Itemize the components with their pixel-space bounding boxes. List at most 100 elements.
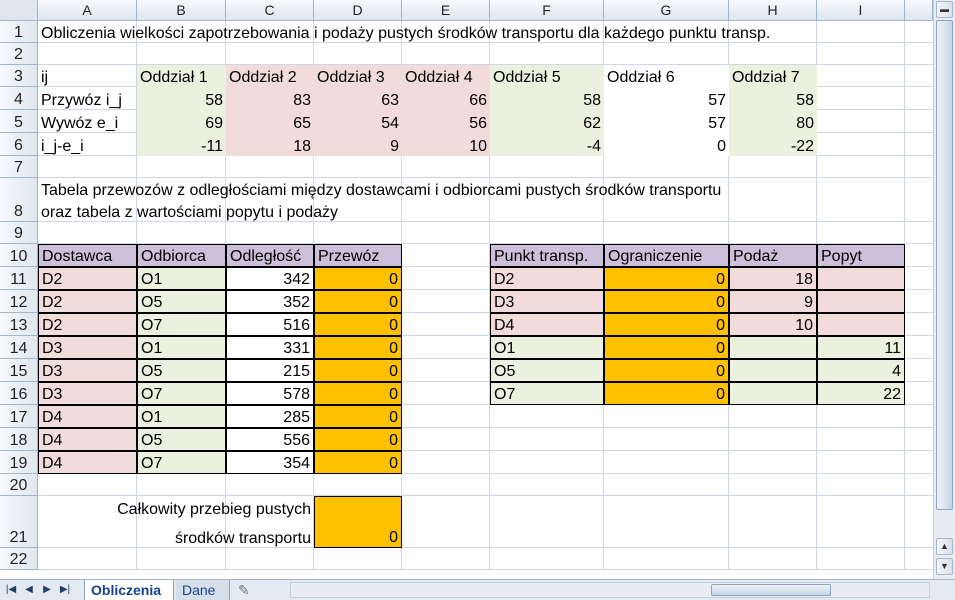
diff-value[interactable]: 9	[314, 133, 402, 156]
supplier-cell[interactable]: D4	[38, 428, 137, 451]
wywoz-value[interactable]: 80	[729, 110, 817, 133]
wywoz-value[interactable]: 57	[604, 110, 729, 133]
przywoz-value[interactable]: 58	[490, 87, 604, 110]
row-header-16[interactable]: 16	[0, 382, 38, 405]
transport-header[interactable]: Odbiorca	[137, 244, 226, 267]
receiver-cell[interactable]: O7	[137, 382, 226, 405]
supply-cell[interactable]: 9	[729, 290, 817, 313]
diff-value[interactable]: 18	[226, 133, 314, 156]
row-header-11[interactable]: 11	[0, 267, 38, 290]
wywoz-value[interactable]: 56	[402, 110, 490, 133]
supplier-cell[interactable]: D4	[38, 405, 137, 428]
supply-cell[interactable]: 18	[729, 267, 817, 290]
branch-header[interactable]: Oddział 3	[314, 65, 402, 87]
constraint-cell[interactable]: 0	[604, 359, 729, 382]
point-cell[interactable]: O1	[490, 336, 604, 359]
przywoz-value[interactable]: 58	[137, 87, 226, 110]
column-header-a[interactable]: A	[38, 0, 137, 21]
demand-cell[interactable]: 22	[817, 382, 905, 405]
last-sheet-icon[interactable]: ▶|	[58, 583, 72, 597]
demand-cell[interactable]	[817, 313, 905, 336]
section-title-line-1[interactable]: Tabela przewozów z odległościami między …	[38, 178, 898, 200]
constraint-header[interactable]: Punkt transp.	[490, 244, 604, 267]
row-header-5[interactable]: 5	[0, 110, 38, 133]
row-header-22[interactable]: 22	[0, 548, 38, 570]
row-header-4[interactable]: 4	[0, 87, 38, 110]
distance-cell[interactable]: 342	[226, 267, 314, 290]
receiver-cell[interactable]: O1	[137, 405, 226, 428]
tab-obliczenia[interactable]: Obliczenia	[84, 580, 174, 600]
total-value-cell[interactable]: 0	[314, 496, 402, 548]
constraint-cell[interactable]: 0	[604, 382, 729, 405]
receiver-cell[interactable]: O5	[137, 290, 226, 313]
column-header-f[interactable]: F	[490, 0, 604, 21]
constraint-cell[interactable]: 0	[604, 290, 729, 313]
distance-cell[interactable]: 578	[226, 382, 314, 405]
row-header-7[interactable]: 7	[0, 156, 38, 178]
przywoz-value[interactable]: 83	[226, 87, 314, 110]
wywoz-value[interactable]: 62	[490, 110, 604, 133]
constraint-header[interactable]: Podaż	[729, 244, 817, 267]
row-header-17[interactable]: 17	[0, 405, 38, 428]
constraint-cell[interactable]: 0	[604, 267, 729, 290]
branch-header[interactable]: Oddział 4	[402, 65, 490, 87]
receiver-cell[interactable]: O1	[137, 336, 226, 359]
demand-cell[interactable]	[817, 267, 905, 290]
point-cell[interactable]: D2	[490, 267, 604, 290]
transport-header[interactable]: Odległość	[226, 244, 314, 267]
diff-value[interactable]: -22	[729, 133, 817, 156]
supplier-cell[interactable]: D2	[38, 267, 137, 290]
supplier-cell[interactable]: D3	[38, 336, 137, 359]
first-sheet-icon[interactable]: |◀	[4, 583, 18, 597]
vertical-scroll-thumb[interactable]	[936, 20, 953, 510]
label-przywoz[interactable]: Przywóz i_j	[38, 87, 137, 110]
row-header-21[interactable]: 21	[0, 496, 38, 548]
supply-cell[interactable]	[729, 336, 817, 359]
receiver-cell[interactable]: O5	[137, 359, 226, 382]
demand-cell[interactable]: 4	[817, 359, 905, 382]
supply-cell[interactable]: 10	[729, 313, 817, 336]
transport-header[interactable]: Dostawca	[38, 244, 137, 267]
receiver-cell[interactable]: O1	[137, 267, 226, 290]
sheet-title-cell[interactable]: Obliczenia wielkości zapotrzebowania i p…	[38, 21, 898, 43]
diff-value[interactable]: -4	[490, 133, 604, 156]
row-header-20[interactable]: 20	[0, 474, 38, 496]
row-header-18[interactable]: 18	[0, 428, 38, 451]
column-header-d[interactable]: D	[314, 0, 402, 21]
row-header-13[interactable]: 13	[0, 313, 38, 336]
row-header-2[interactable]: 2	[0, 43, 38, 65]
vertical-scrollbar[interactable]: ▬ ▲ ▼	[933, 0, 955, 579]
wywoz-value[interactable]: 69	[137, 110, 226, 133]
row-header-9[interactable]: 9	[0, 222, 38, 244]
receiver-cell[interactable]: O7	[137, 451, 226, 474]
insert-sheet-icon[interactable]: ✎	[232, 580, 260, 600]
column-header-i[interactable]: I	[817, 0, 905, 21]
point-cell[interactable]: O5	[490, 359, 604, 382]
select-all-corner[interactable]	[0, 0, 38, 21]
column-header-e[interactable]: E	[402, 0, 490, 21]
przywoz-value[interactable]: 58	[729, 87, 817, 110]
label-wywoz[interactable]: Wywóz e_i	[38, 110, 137, 133]
shipment-cell[interactable]: 0	[314, 336, 402, 359]
row-header-3[interactable]: 3	[0, 65, 38, 87]
shipment-cell[interactable]: 0	[314, 359, 402, 382]
point-cell[interactable]: D4	[490, 313, 604, 336]
constraint-header[interactable]: Popyt	[817, 244, 905, 267]
constraint-cell[interactable]: 0	[604, 336, 729, 359]
supplier-cell[interactable]: D2	[38, 290, 137, 313]
demand-cell[interactable]: 11	[817, 336, 905, 359]
horizontal-scrollbar[interactable]	[290, 582, 930, 598]
diff-value[interactable]: -11	[137, 133, 226, 156]
column-header-h[interactable]: H	[729, 0, 817, 21]
total-label-line-1[interactable]: Całkowity przebieg pustych	[38, 496, 314, 524]
tab-dane[interactable]: Dane	[176, 580, 230, 600]
przywoz-value[interactable]: 63	[314, 87, 402, 110]
diff-value[interactable]: 10	[402, 133, 490, 156]
scroll-down-icon[interactable]: ▼	[936, 558, 953, 575]
supplier-cell[interactable]: D3	[38, 359, 137, 382]
column-header-b[interactable]: B	[137, 0, 226, 21]
shipment-cell[interactable]: 0	[314, 382, 402, 405]
distance-cell[interactable]: 516	[226, 313, 314, 336]
point-cell[interactable]: O7	[490, 382, 604, 405]
supply-cell[interactable]	[729, 359, 817, 382]
